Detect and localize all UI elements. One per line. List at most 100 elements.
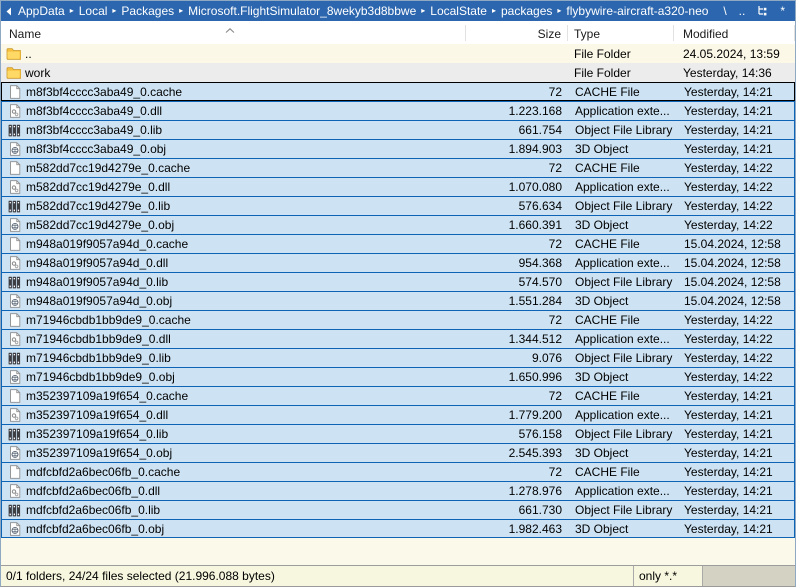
file-row[interactable]: m8f3bf4cccc3aba49_0.lib661.754Object Fil… — [1, 120, 795, 139]
name-cell: m71946cbdb1bb9de9_0.cache — [2, 313, 467, 327]
file-row[interactable]: m948a019f9057a94d_0.cache72CACHE File15.… — [1, 234, 795, 253]
file-modified: Yesterday, 14:22 — [675, 370, 794, 384]
lib-file-icon — [7, 428, 22, 441]
file-type: CACHE File — [569, 313, 675, 327]
file-size: 9.076 — [467, 351, 569, 365]
file-row[interactable]: m948a019f9057a94d_0.lib574.570Object Fil… — [1, 272, 795, 291]
file-row[interactable]: mdfcbfd2a6bec06fb_0.obj1.982.4633D Objec… — [1, 519, 795, 538]
filter-indicator[interactable]: only *.* — [634, 566, 703, 586]
lib-file-icon — [7, 352, 22, 365]
name-cell: m582dd7cc19d4279e_0.cache — [2, 161, 467, 175]
dll-file-icon — [7, 408, 22, 422]
name-cell: m8f3bf4cccc3aba49_0.dll — [2, 104, 467, 118]
file-modified: Yesterday, 14:22 — [675, 351, 794, 365]
file-row[interactable]: m948a019f9057a94d_0.obj1.551.2843D Objec… — [1, 291, 795, 310]
file-name: m582dd7cc19d4279e_0.dll — [26, 180, 170, 194]
file-name: m582dd7cc19d4279e_0.cache — [26, 161, 190, 175]
breadcrumb-item[interactable]: Local — [77, 4, 110, 18]
file-modified: Yesterday, 14:21 — [675, 427, 794, 441]
file-size: 576.158 — [467, 427, 569, 441]
file-modified: 15.04.2024, 12:58 — [675, 256, 794, 270]
lib-file-icon — [7, 124, 22, 137]
file-size: 2.545.393 — [467, 446, 569, 460]
file-size: 72 — [467, 313, 569, 327]
file-row[interactable]: m582dd7cc19d4279e_0.obj1.660.3913D Objec… — [1, 215, 795, 234]
folder-row[interactable]: workFile FolderYesterday, 14:36 — [1, 63, 795, 82]
file-modified: Yesterday, 14:22 — [675, 199, 794, 213]
name-cell: m8f3bf4cccc3aba49_0.cache — [2, 85, 467, 99]
file-size: 1.982.463 — [467, 522, 569, 536]
file-name: m948a019f9057a94d_0.obj — [26, 294, 172, 308]
file-name: mdfcbfd2a6bec06fb_0.lib — [26, 503, 160, 517]
file-name: m582dd7cc19d4279e_0.obj — [26, 218, 174, 232]
folder-tree-icon[interactable] — [757, 5, 768, 18]
obj-file-icon — [7, 522, 22, 536]
file-row[interactable]: m352397109a19f654_0.cache72CACHE FileYes… — [1, 386, 795, 405]
file-type: File Folder — [568, 66, 674, 80]
file-modified: 24.05.2024, 13:59 — [674, 47, 795, 61]
goto-parent-button[interactable]: .. — [739, 5, 746, 17]
file-modified: Yesterday, 14:21 — [675, 503, 794, 517]
breadcrumb-item[interactable]: flybywire-aircraft-a320-neo — [564, 4, 710, 18]
file-row[interactable]: m8f3bf4cccc3aba49_0.obj1.894.9033D Objec… — [1, 139, 795, 158]
file-row[interactable]: m582dd7cc19d4279e_0.lib576.634Object Fil… — [1, 196, 795, 215]
file-row[interactable]: m71946cbdb1bb9de9_0.cache72CACHE FileYes… — [1, 310, 795, 329]
column-header-type[interactable]: Type — [568, 21, 674, 44]
file-type: Object File Library — [569, 199, 675, 213]
list-empty-area — [1, 538, 795, 565]
file-size: 661.730 — [467, 503, 569, 517]
file-type: CACHE File — [569, 85, 675, 99]
file-row[interactable]: mdfcbfd2a6bec06fb_0.lib 661.730Object Fil… — [1, 500, 795, 519]
file-modified: Yesterday, 14:21 — [675, 465, 794, 479]
file-row[interactable]: m352397109a19f654_0.obj2.545.3933D Objec… — [1, 443, 795, 462]
back-chevron-icon[interactable] — [5, 7, 13, 16]
selection-summary-text: 0/1 folders, 24/24 files selected (21.99… — [6, 569, 275, 583]
file-size: 1.894.903 — [467, 142, 569, 156]
file-row[interactable]: m582dd7cc19d4279e_0.dll1.070.080Applicat… — [1, 177, 795, 196]
file-modified: Yesterday, 14:22 — [675, 161, 794, 175]
column-header-size-label: Size — [538, 27, 561, 41]
breadcrumb: AppData▸Local▸Packages▸Microsoft.FlightS… — [1, 1, 795, 21]
file-type: Object File Library — [569, 503, 675, 517]
file-type: Application exte... — [569, 408, 675, 422]
breadcrumb-item[interactable]: AppData — [16, 4, 67, 18]
breadcrumb-item[interactable]: LocalState — [428, 4, 489, 18]
file-name: m8f3bf4cccc3aba49_0.obj — [26, 142, 166, 156]
breadcrumb-item[interactable]: packages — [499, 4, 554, 18]
file-name: mdfcbfd2a6bec06fb_0.obj — [26, 522, 164, 536]
breadcrumb-item[interactable]: Microsoft.FlightSimulator_8wekyb3d8bbwe — [186, 4, 418, 18]
folder-row[interactable]: ..File Folder24.05.2024, 13:59 — [1, 44, 795, 63]
column-header-modified[interactable]: Modified — [674, 21, 795, 44]
name-cell: m8f3bf4cccc3aba49_0.obj — [2, 142, 467, 156]
obj-file-icon — [7, 446, 22, 460]
file-size: 72 — [467, 85, 569, 99]
folder-icon — [6, 47, 21, 60]
blank-file-icon — [7, 85, 22, 99]
favorites-button[interactable]: * — [780, 5, 785, 17]
breadcrumb-item[interactable]: Packages — [119, 4, 176, 18]
goto-root-button[interactable]: \ — [723, 5, 726, 17]
file-row[interactable]: m948a019f9057a94d_0.dll954.368Applicatio… — [1, 253, 795, 272]
breadcrumb-path: AppData▸Local▸Packages▸Microsoft.FlightS… — [16, 4, 713, 18]
file-size: 574.570 — [467, 275, 569, 289]
file-name: mdfcbfd2a6bec06fb_0.dll — [26, 484, 160, 498]
file-row[interactable]: m8f3bf4cccc3aba49_0.cache72CACHE FileYes… — [1, 82, 795, 101]
file-row[interactable]: m71946cbdb1bb9de9_0.dll1.344.512Applicat… — [1, 329, 795, 348]
status-grip — [703, 566, 795, 586]
file-row[interactable]: mdfcbfd2a6bec06fb_0.dll1.278.976Applicat… — [1, 481, 795, 500]
file-row[interactable]: m8f3bf4cccc3aba49_0.dll1.223.168Applicat… — [1, 101, 795, 120]
blank-file-icon — [7, 237, 22, 251]
file-row[interactable]: m71946cbdb1bb9de9_0.obj1.650.9963D Objec… — [1, 367, 795, 386]
file-row[interactable]: m582dd7cc19d4279e_0.cache72CACHE FileYes… — [1, 158, 795, 177]
file-modified: 15.04.2024, 12:58 — [675, 294, 794, 308]
file-type: 3D Object — [569, 446, 675, 460]
breadcrumb-separator-icon: ▸ — [67, 7, 77, 15]
status-bar: 0/1 folders, 24/24 files selected (21.99… — [1, 565, 795, 586]
file-row[interactable]: mdfcbfd2a6bec06fb_0.cache72CACHE FileYes… — [1, 462, 795, 481]
column-header-size[interactable]: Size — [466, 21, 568, 44]
file-row[interactable]: m352397109a19f654_0.dll1.779.200Applicat… — [1, 405, 795, 424]
file-modified: Yesterday, 14:21 — [675, 446, 794, 460]
file-row[interactable]: m71946cbdb1bb9de9_0.lib9.076Object File … — [1, 348, 795, 367]
file-row[interactable]: m352397109a19f654_0.lib576.158Object Fil… — [1, 424, 795, 443]
file-name: m8f3bf4cccc3aba49_0.cache — [26, 85, 182, 99]
